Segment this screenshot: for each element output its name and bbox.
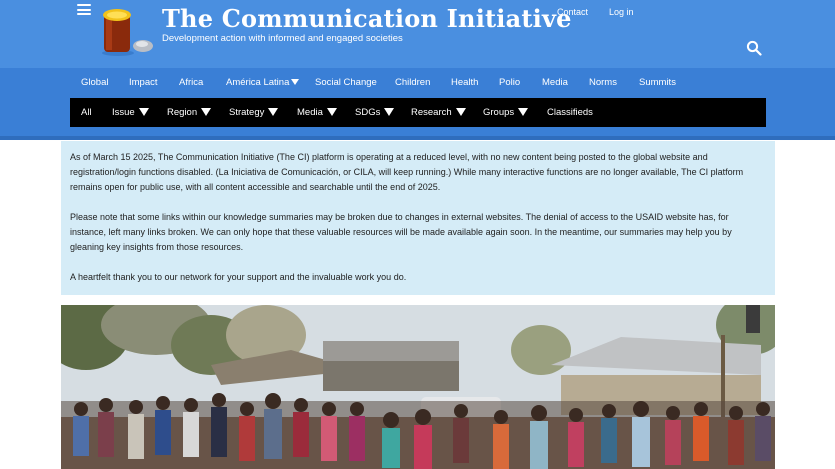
chevron-down-icon xyxy=(291,79,300,85)
site-header: The Communication Initiative Development… xyxy=(0,0,835,68)
primary-nav: Global Impact Africa América Latina Soci… xyxy=(0,68,835,98)
contact-link[interactable]: Contact xyxy=(557,7,588,17)
secondary-nav-region-label: Region xyxy=(167,107,198,118)
primary-nav-norms[interactable]: Norms xyxy=(589,77,617,88)
notice-box: As of March 15 2025, The Communication I… xyxy=(61,141,775,295)
login-link[interactable]: Log in xyxy=(609,7,634,17)
secondary-nav-groups-label: Groups xyxy=(483,107,515,118)
secondary-nav-classifieds[interactable]: Classifieds xyxy=(547,107,593,118)
notice-paragraph: Please note that some links within our k… xyxy=(70,212,732,252)
secondary-nav-groups[interactable]: Groups xyxy=(483,107,529,118)
primary-nav-america-latina-label: América Latina xyxy=(226,77,290,88)
secondary-nav-research[interactable]: Research xyxy=(411,107,466,118)
caret-down-icon xyxy=(268,108,279,116)
primary-nav-america-latina[interactable]: América Latina xyxy=(226,77,300,88)
site-tagline: Development action with informed and eng… xyxy=(162,33,403,44)
primary-nav-polio[interactable]: Polio xyxy=(499,77,520,88)
primary-nav-global[interactable]: Global xyxy=(81,77,108,88)
site-title[interactable]: The Communication Initiative xyxy=(162,4,572,33)
notice-paragraph: As of March 15 2025, The Communication I… xyxy=(70,152,744,192)
primary-nav-africa[interactable]: Africa xyxy=(179,77,203,88)
primary-nav-media[interactable]: Media xyxy=(542,77,568,88)
secondary-nav-sdgs-label: SDGs xyxy=(355,107,381,118)
secondary-nav-media-label: Media xyxy=(297,107,323,118)
secondary-nav-issue[interactable]: Issue xyxy=(112,107,149,118)
secondary-nav-sdgs[interactable]: SDGs xyxy=(355,107,395,118)
caret-down-icon xyxy=(201,108,212,116)
primary-nav-summits[interactable]: Summits xyxy=(639,77,676,88)
secondary-nav-research-label: Research xyxy=(411,107,452,118)
secondary-nav: All Issue Region Strategy Media SDGs Res… xyxy=(70,98,766,127)
primary-nav-impact[interactable]: Impact xyxy=(129,77,158,88)
hamburger-menu-icon[interactable] xyxy=(77,4,91,15)
caret-down-icon xyxy=(326,108,337,116)
secondary-nav-region[interactable]: Region xyxy=(167,107,212,118)
secondary-nav-media[interactable]: Media xyxy=(297,107,337,118)
caret-down-icon xyxy=(138,108,149,116)
hero-photo[interactable] xyxy=(61,305,775,469)
nav-band-shadow xyxy=(0,136,835,140)
secondary-nav-all[interactable]: All xyxy=(81,107,92,118)
caret-down-icon xyxy=(384,108,395,116)
secondary-nav-issue-label: Issue xyxy=(112,107,135,118)
site-logo[interactable] xyxy=(96,5,158,57)
secondary-nav-strategy[interactable]: Strategy xyxy=(229,107,279,118)
search-icon[interactable] xyxy=(746,40,762,56)
caret-down-icon xyxy=(455,108,466,116)
secondary-nav-strategy-label: Strategy xyxy=(229,107,265,118)
primary-nav-social-change[interactable]: Social Change xyxy=(315,77,377,88)
notice-paragraph: A heartfelt thank you to our network for… xyxy=(70,272,407,282)
primary-nav-health[interactable]: Health xyxy=(451,77,478,88)
primary-nav-children[interactable]: Children xyxy=(395,77,430,88)
caret-down-icon xyxy=(518,108,529,116)
